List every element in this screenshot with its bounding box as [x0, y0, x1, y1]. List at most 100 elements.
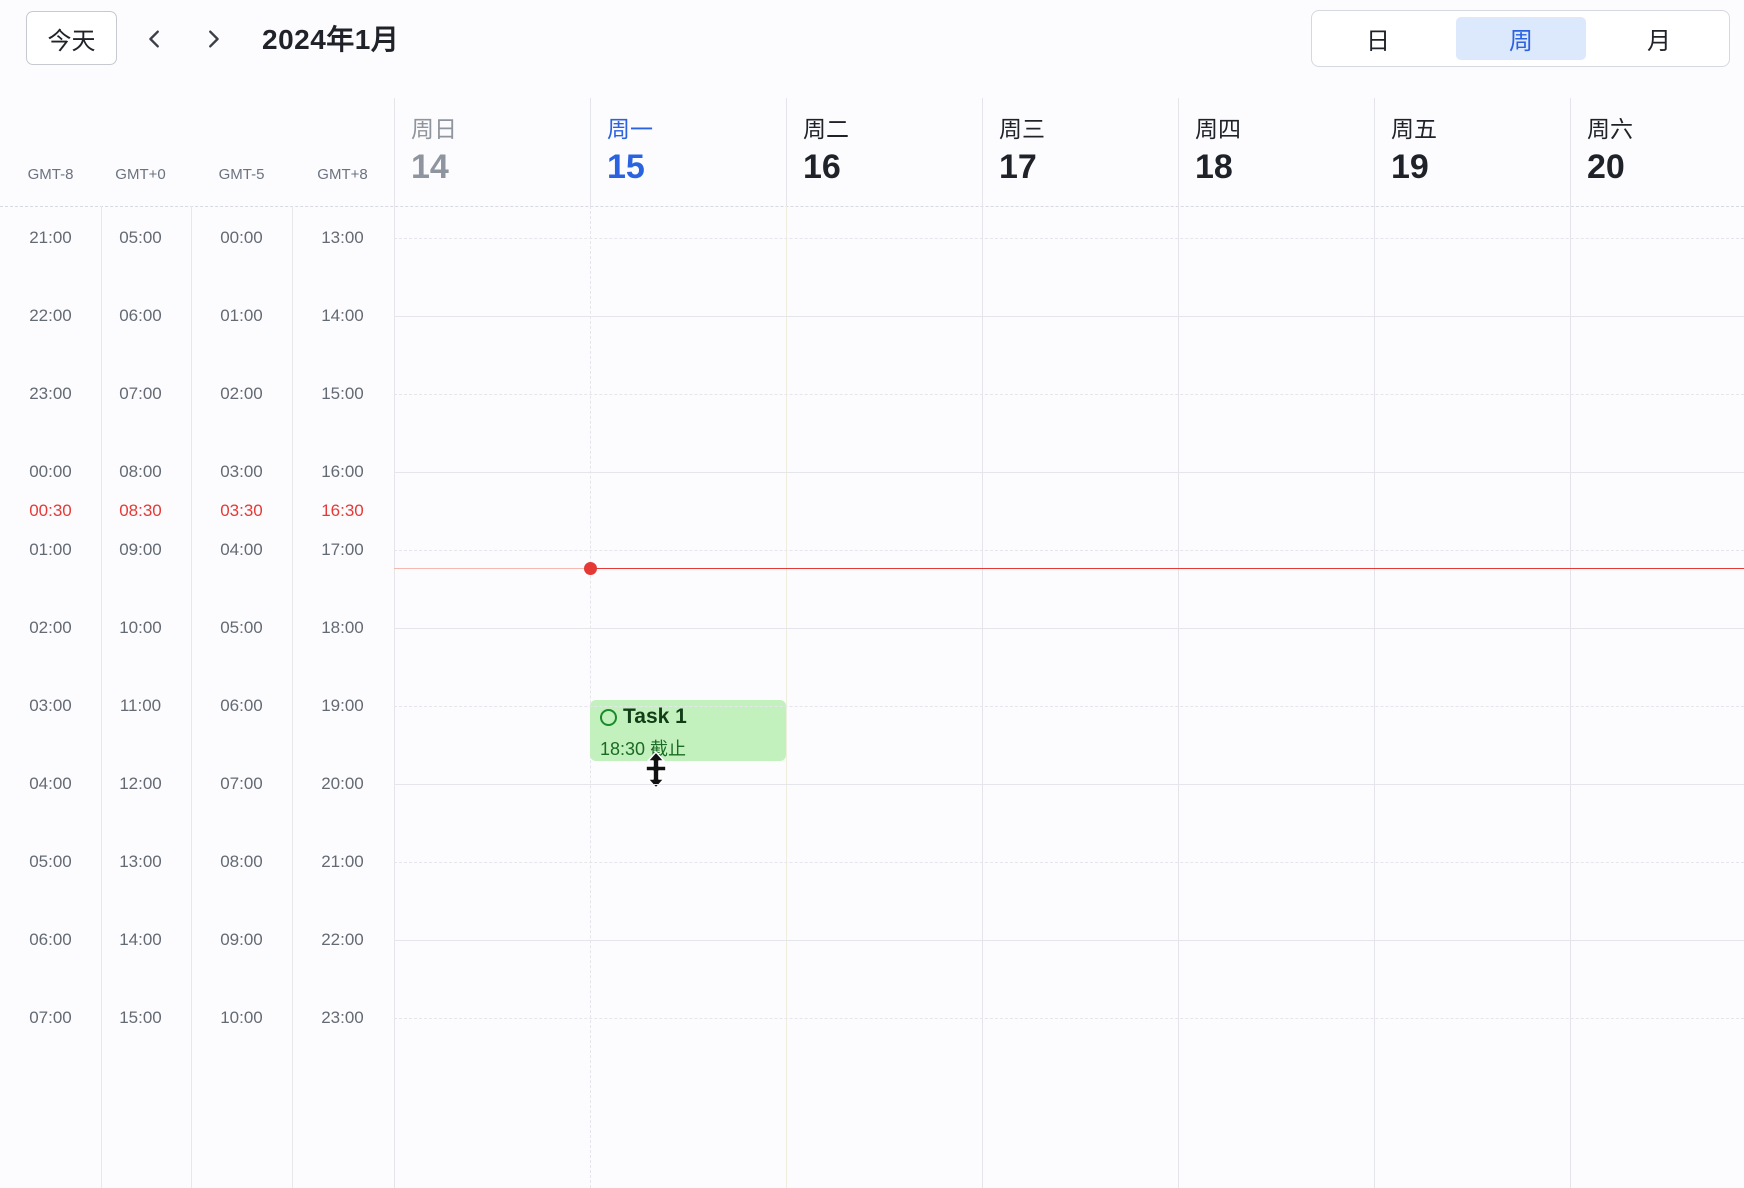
timezone-column-gmt+8: 13:00 14:00 15:00 16:00 16:30 17:00 18:00 19:00… [292, 206, 393, 1188]
day-header-sun[interactable]: 周日 14 [394, 98, 590, 206]
timezone-column-gmt-8: 21:00 22:00 23:00 00:00 00:30 01:00 02:00 03:00… [0, 206, 102, 1188]
today-button[interactable]: 今天 [26, 11, 117, 65]
next-week-button[interactable] [196, 22, 230, 56]
time-label: 03:00 [220, 462, 263, 481]
hour-gridline [394, 628, 1744, 629]
current-time-line-past [394, 568, 590, 569]
time-label: 15:00 [321, 384, 364, 403]
view-day-tab[interactable]: 日 [1313, 17, 1443, 60]
day-header-mon[interactable]: 周一 15 [590, 98, 786, 206]
time-label: 16:00 [321, 462, 364, 481]
day-name: 周五 [1391, 116, 1437, 142]
time-label: 18:00 [321, 618, 364, 637]
hour-gridline [394, 316, 1744, 317]
day-name: 周二 [803, 116, 849, 142]
timezone-label: GMT+0 [115, 166, 166, 183]
time-label: 01:00 [29, 540, 72, 559]
day-name: 周三 [999, 116, 1045, 142]
time-label: 07:00 [29, 1008, 72, 1027]
day-column-divider [786, 206, 787, 1188]
time-label: 09:00 [119, 540, 162, 559]
day-name: 周日 [411, 116, 457, 142]
chevron-left-icon [149, 30, 159, 48]
calendar-toolbar: 今天 2024年1月 日 周 月 [0, 0, 1744, 98]
time-label: 22:00 [321, 930, 364, 949]
time-label: 14:00 [119, 930, 162, 949]
day-column-divider [1570, 206, 1571, 1188]
view-switcher: 日 周 月 [1311, 10, 1730, 67]
time-label: 04:00 [220, 540, 263, 559]
day-header-thu[interactable]: 周四 18 [1178, 98, 1374, 206]
view-week-tab[interactable]: 周 [1456, 17, 1586, 60]
time-label: 13:00 [321, 228, 364, 247]
timezone-label: GMT-5 [218, 166, 265, 183]
week-grid[interactable]: 21:00 22:00 23:00 00:00 00:30 01:00 02:00 03:00… [0, 206, 1744, 1188]
time-label: 14:00 [321, 306, 364, 325]
time-label: 23:00 [321, 1008, 364, 1027]
time-label: 07:00 [119, 384, 162, 403]
time-label: 05:00 [29, 852, 72, 871]
time-label: 21:00 [321, 852, 364, 871]
circle-icon[interactable] [600, 708, 617, 726]
hour-gridline [394, 550, 1744, 551]
time-label: 13:00 [119, 852, 162, 871]
time-label: 21:00 [29, 228, 72, 247]
timezone-column-gmt-5: 00:00 01:00 02:00 03:00 03:30 04:00 05:00 06:00… [191, 206, 293, 1188]
time-label: 03:00 [29, 696, 72, 715]
time-label: 20:00 [321, 774, 364, 793]
time-label: 19:00 [321, 696, 364, 715]
prev-week-button[interactable] [138, 22, 172, 56]
event-task-1[interactable]: Task 1 18:30 截止 [590, 700, 786, 761]
time-label: 04:00 [29, 774, 72, 793]
current-time-line [590, 568, 1744, 569]
day-name: 周四 [1195, 116, 1241, 142]
timezone-column-gmt+0: 05:00 06:00 07:00 08:00 08:30 09:00 10:00 11:00… [90, 206, 192, 1188]
time-label: 06:00 [220, 696, 263, 715]
day-header-tue[interactable]: 周二 16 [786, 98, 982, 206]
time-label: 17:00 [321, 540, 364, 559]
day-number: 16 [803, 148, 841, 186]
time-label: 02:00 [29, 618, 72, 637]
time-label: 06:00 [29, 930, 72, 949]
hour-gridline [394, 940, 1744, 941]
hour-gridline [394, 238, 1744, 239]
time-label: 00:00 [220, 228, 263, 247]
time-label: 06:00 [119, 306, 162, 325]
week-header: GMT-8 GMT+0 GMT-5 GMT+8 周日 14 周一 15 周二 1… [0, 98, 1744, 207]
time-label: 10:00 [119, 618, 162, 637]
day-number: 18 [1195, 148, 1233, 186]
hour-gridline [394, 1018, 1744, 1019]
day-header-fri[interactable]: 周五 19 [1374, 98, 1570, 206]
day-header-wed[interactable]: 周三 17 [982, 98, 1178, 206]
event-time: 18:30 截止 [600, 739, 687, 759]
time-label: 01:00 [220, 306, 263, 325]
time-label: 09:00 [220, 930, 263, 949]
hour-gridline [394, 472, 1744, 473]
day-number: 19 [1391, 148, 1429, 186]
current-time-label: 08:30 [119, 501, 162, 520]
hour-gridline [394, 784, 1744, 785]
day-number: 15 [607, 148, 645, 186]
time-label: 08:00 [220, 852, 263, 871]
day-header-sat[interactable]: 周六 20 [1570, 98, 1744, 206]
hour-gridline [394, 706, 1744, 707]
timezone-label: GMT+8 [317, 166, 368, 183]
time-label: 07:00 [220, 774, 263, 793]
view-month-tab[interactable]: 月 [1594, 17, 1724, 60]
current-time-label: 03:30 [220, 501, 263, 520]
current-time-label: 16:30 [321, 501, 364, 520]
month-title: 2024年1月 [262, 24, 400, 55]
hour-gridline [394, 394, 1744, 395]
day-column-divider [1178, 206, 1179, 1188]
current-time-label: 00:30 [29, 501, 72, 520]
timezone-label: GMT-8 [27, 166, 74, 183]
day-column-divider [394, 206, 395, 1188]
time-label: 23:00 [29, 384, 72, 403]
day-number: 14 [411, 148, 449, 186]
day-number: 17 [999, 148, 1037, 186]
time-label: 02:00 [220, 384, 263, 403]
time-label: 11:00 [119, 696, 162, 715]
hour-gridline [394, 862, 1744, 863]
event-title: Task 1 [623, 705, 687, 728]
current-time-dot [584, 562, 597, 575]
